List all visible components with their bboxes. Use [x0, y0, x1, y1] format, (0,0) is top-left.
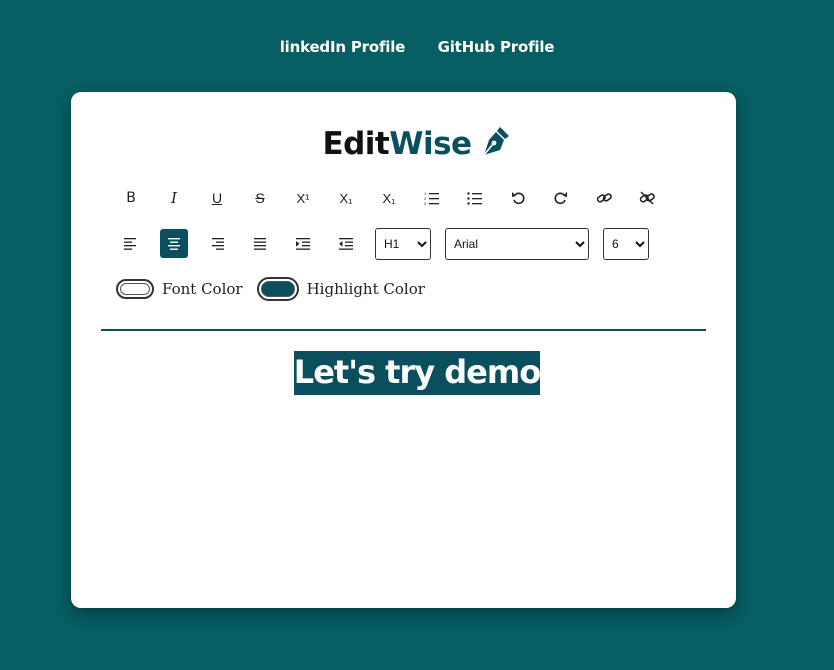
font-color-picker[interactable]	[116, 279, 154, 299]
app-logo: EditWise	[0, 124, 834, 166]
justify-icon	[254, 238, 266, 250]
pen-nib-icon	[478, 124, 512, 166]
font-color-label: Font Color	[162, 280, 243, 298]
subscript-alt-icon: X₁	[382, 190, 396, 206]
unordered-list-icon	[467, 192, 482, 205]
indent-button[interactable]	[288, 229, 318, 259]
redo-button[interactable]	[546, 183, 576, 213]
font-size-select[interactable]: 6	[603, 228, 649, 260]
bold-button[interactable]: B	[116, 183, 146, 213]
highlight-color-picker[interactable]	[256, 277, 299, 301]
unlink-icon	[639, 191, 655, 205]
unordered-list-button[interactable]	[460, 183, 490, 213]
strikethrough-icon: S	[255, 190, 265, 206]
ordered-list-icon: 123	[424, 191, 439, 205]
undo-button[interactable]	[503, 183, 533, 213]
bold-icon: B	[126, 190, 136, 206]
editor-content-area[interactable]: Let's try demo	[0, 351, 834, 395]
subscript-icon: X₁	[339, 190, 353, 206]
linkedin-profile-link[interactable]: linkedIn Profile	[280, 38, 406, 56]
align-center-icon	[168, 237, 180, 250]
italic-icon: I	[171, 189, 177, 207]
indent-icon	[296, 238, 310, 250]
undo-icon	[512, 192, 525, 205]
toolbar-divider	[101, 329, 706, 331]
logo-text-edit: Edit	[322, 126, 390, 162]
unlink-button[interactable]	[632, 183, 662, 213]
editor-card	[71, 92, 736, 608]
svg-text:3: 3	[424, 201, 427, 205]
align-center-button[interactable]	[160, 229, 188, 258]
redo-icon	[554, 192, 567, 205]
outdent-icon	[339, 238, 353, 250]
link-icon	[596, 193, 612, 203]
subscript-alt-button[interactable]: X₁	[374, 183, 404, 213]
subscript-button[interactable]: X₁	[331, 183, 361, 213]
superscript-button[interactable]: X¹	[288, 183, 318, 213]
underline-button[interactable]: U	[202, 183, 232, 213]
top-nav: linkedIn Profile GitHub Profile	[0, 38, 834, 57]
editor-heading-text[interactable]: Let's try demo	[293, 351, 541, 395]
align-left-icon	[124, 238, 136, 250]
github-profile-link[interactable]: GitHub Profile	[438, 38, 555, 56]
highlight-color-label: Highlight Color	[306, 280, 425, 298]
strikethrough-button[interactable]: S	[245, 183, 275, 213]
align-right-icon	[212, 238, 224, 250]
align-right-button[interactable]	[202, 229, 232, 259]
ordered-list-button[interactable]: 123	[417, 183, 447, 213]
link-button[interactable]	[589, 183, 619, 213]
superscript-icon: X¹	[296, 190, 310, 206]
logo-text-wise: Wise	[389, 126, 472, 162]
font-family-select[interactable]: Arial	[445, 228, 589, 260]
justify-button[interactable]	[245, 229, 275, 259]
color-controls: Font Color Highlight Color	[116, 277, 425, 301]
heading-select[interactable]: H1	[375, 228, 431, 260]
underline-icon: U	[211, 190, 223, 206]
italic-button[interactable]: I	[159, 183, 189, 213]
outdent-button[interactable]	[331, 229, 361, 259]
align-left-button[interactable]	[116, 229, 146, 259]
